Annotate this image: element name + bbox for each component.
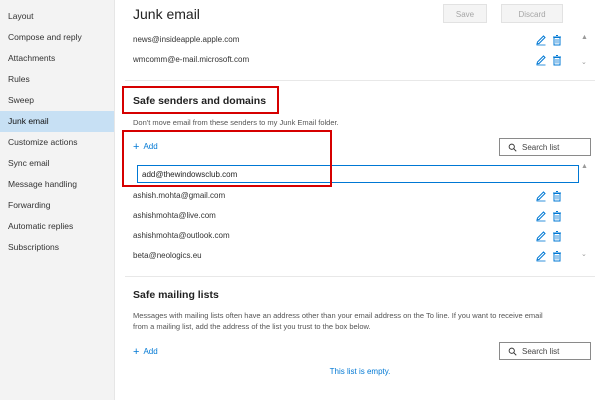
sidebar-item-attachments[interactable]: Attachments <box>0 48 114 69</box>
plus-icon: + <box>133 345 140 358</box>
sidebar-item-layout[interactable]: Layout <box>0 6 114 27</box>
safe-mailing-search-input[interactable]: Search list <box>499 342 591 360</box>
sidebar-item-message-handling[interactable]: Message handling <box>0 174 114 195</box>
row-actions <box>535 230 563 242</box>
scroll-up-icon[interactable]: ▲ <box>581 163 588 170</box>
email-address: news@insideapple.apple.com <box>133 35 240 44</box>
safe-mailing-title: Safe mailing lists <box>133 289 219 301</box>
sidebar-item-sync-email[interactable]: Sync email <box>0 153 114 174</box>
sidebar-item-automatic-replies[interactable]: Automatic replies <box>0 216 114 237</box>
discard-button[interactable]: Discard <box>501 4 563 23</box>
safe-mailing-description-line2: from a mailing list, add the address of … <box>133 322 371 331</box>
list-item: news@insideapple.apple.com <box>133 30 573 50</box>
edit-pencil-icon[interactable] <box>535 210 547 222</box>
search-icon <box>508 347 517 356</box>
search-icon <box>508 143 517 152</box>
list-item: wmcomm@e-mail.microsoft.com <box>133 50 573 70</box>
email-address: wmcomm@e-mail.microsoft.com <box>133 55 250 64</box>
sidebar-item-forwarding[interactable]: Forwarding <box>0 195 114 216</box>
sidebar-item-rules[interactable]: Rules <box>0 69 114 90</box>
safe-senders-description: Don't move email from these senders to m… <box>133 118 339 127</box>
edit-pencil-icon[interactable] <box>535 230 547 242</box>
list-item: ashishmohta@live.com <box>133 206 573 226</box>
row-actions <box>535 250 563 262</box>
row-actions <box>535 34 563 46</box>
row-actions <box>535 190 563 202</box>
delete-trash-icon[interactable] <box>551 230 563 242</box>
safe-senders-search-input[interactable]: Search list <box>499 138 591 156</box>
row-actions <box>535 210 563 222</box>
edit-pencil-icon[interactable] <box>535 54 547 66</box>
page-title: Junk email <box>133 6 200 22</box>
list-item: ashish.mohta@gmail.com <box>133 186 573 206</box>
delete-trash-icon[interactable] <box>551 210 563 222</box>
sidebar-item-junk-email[interactable]: Junk email <box>0 111 114 132</box>
scroll-up-icon[interactable]: ▲ <box>581 34 588 41</box>
search-placeholder: Search list <box>522 346 560 356</box>
add-label: Add <box>143 347 158 356</box>
safe-mailing-add-button[interactable]: + Add <box>133 345 158 358</box>
section-divider <box>125 80 595 81</box>
edit-pencil-icon[interactable] <box>535 190 547 202</box>
edit-pencil-icon[interactable] <box>535 250 547 262</box>
delete-trash-icon[interactable] <box>551 250 563 262</box>
safe-mailing-description-line1: Messages with mailing lists often have a… <box>133 311 543 320</box>
sidebar-list: Layout Compose and reply Attachments Rules S… <box>0 0 114 258</box>
section-divider <box>125 276 595 277</box>
save-button[interactable]: Save <box>443 4 487 23</box>
highlight-box-safe-senders-title <box>122 86 279 114</box>
sidebar-item-subscriptions[interactable]: Subscriptions <box>0 237 114 258</box>
list-item: ashishmohta@outlook.com <box>133 226 573 246</box>
sidebar-item-compose-and-reply[interactable]: Compose and reply <box>0 27 114 48</box>
email-address: ashish.mohta@gmail.com <box>133 191 226 200</box>
sidebar-item-sweep[interactable]: Sweep <box>0 90 114 111</box>
highlight-box-add-entry <box>122 130 332 187</box>
list-item: beta@neologics.eu <box>133 246 573 266</box>
settings-sidebar: Layout Compose and reply Attachments Rules S… <box>0 0 114 400</box>
empty-list-message: This list is empty. <box>329 367 391 376</box>
email-address: ashishmohta@outlook.com <box>133 231 230 240</box>
email-address: ashishmohta@live.com <box>133 211 216 220</box>
sidebar-item-customize-actions[interactable]: Customize actions <box>0 132 114 153</box>
search-placeholder: Search list <box>522 142 560 152</box>
delete-trash-icon[interactable] <box>551 54 563 66</box>
junk-email-settings-pane: Junk email Save Discard news@insideapple… <box>114 0 600 400</box>
edit-pencil-icon[interactable] <box>535 34 547 46</box>
delete-trash-icon[interactable] <box>551 190 563 202</box>
scroll-down-icon[interactable]: ⌄ <box>581 250 587 258</box>
delete-trash-icon[interactable] <box>551 34 563 46</box>
row-actions <box>535 54 563 66</box>
scroll-down-icon[interactable]: ⌄ <box>581 58 587 66</box>
email-address: beta@neologics.eu <box>133 251 202 260</box>
